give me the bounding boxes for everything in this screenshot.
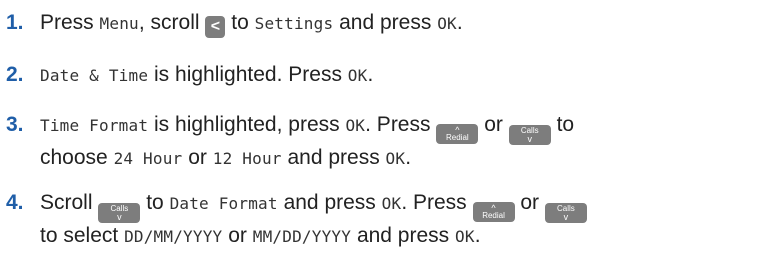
- display-text: OK: [455, 227, 475, 246]
- step-text: to: [556, 113, 575, 136]
- step-2: 2. Date & Time is highlighted. Press OK.: [6, 62, 373, 89]
- redial-key-icon: ^ Redial: [472, 202, 515, 222]
- step-text: .: [474, 224, 481, 247]
- redial-key-icon: ^ Redial: [436, 124, 479, 144]
- display-text: OK: [385, 149, 406, 168]
- display-text: Time Format: [40, 116, 149, 135]
- step-number: 4.: [6, 191, 24, 214]
- step-continuation: to select DD/MM/YYYY or MM/DD/YYYY and p…: [40, 223, 587, 250]
- step-text: and press: [356, 224, 450, 247]
- step-3: 3. Time Format is highlighted, press OK. …: [6, 112, 574, 172]
- step-text: .: [456, 11, 463, 34]
- step-number: 3.: [6, 113, 24, 136]
- display-text: OK: [345, 116, 366, 135]
- step-text: Scroll: [40, 191, 93, 214]
- step-text: Press: [40, 11, 94, 34]
- calls-key-icon: Calls v: [544, 203, 587, 223]
- step-text: . Press: [365, 113, 431, 136]
- step-text: , scroll: [138, 11, 200, 34]
- step-text: to select: [40, 224, 119, 247]
- step-text: .: [367, 63, 374, 86]
- step-text: or: [484, 113, 503, 136]
- step-number: 1.: [6, 11, 24, 34]
- step-text: or: [520, 191, 540, 214]
- step-text: is highlighted, press: [154, 113, 340, 136]
- display-text: Settings: [254, 14, 334, 33]
- calls-key-icon: Calls v: [508, 125, 551, 145]
- display-text: Date & Time: [40, 66, 149, 85]
- step-text: and press: [287, 146, 380, 169]
- display-text: Date Format: [169, 194, 278, 213]
- step-text: to: [231, 11, 249, 34]
- step-1: 1. Press Menu, scroll < to Settings and p…: [6, 10, 463, 38]
- display-text: Menu: [99, 14, 139, 33]
- step-text: or: [228, 224, 247, 247]
- step-4: 4. Scroll Calls v to Date Format and press…: [6, 190, 587, 250]
- display-text: OK: [437, 14, 457, 33]
- step-text: . Press: [401, 191, 467, 214]
- step-text: choose: [40, 146, 108, 169]
- calls-key-icon: Calls v: [98, 203, 141, 223]
- display-text: OK: [381, 194, 402, 213]
- step-text: and press: [339, 11, 432, 34]
- display-text: MM/DD/YYYY: [252, 227, 352, 246]
- display-text: 12 Hour: [212, 149, 282, 168]
- display-text: DD/MM/YYYY: [124, 227, 223, 246]
- step-continuation: choose 24 Hour or 12 Hour and press OK.: [40, 145, 574, 172]
- step-text: is highlighted. Press: [154, 63, 342, 86]
- step-text: or: [188, 146, 207, 169]
- display-text: OK: [347, 66, 368, 85]
- step-number: 2.: [6, 63, 24, 86]
- back-key-icon: <: [205, 16, 226, 38]
- display-text: 24 Hour: [113, 149, 183, 168]
- step-text: .: [405, 146, 412, 169]
- step-text: to: [146, 191, 164, 214]
- step-text: and press: [283, 191, 376, 214]
